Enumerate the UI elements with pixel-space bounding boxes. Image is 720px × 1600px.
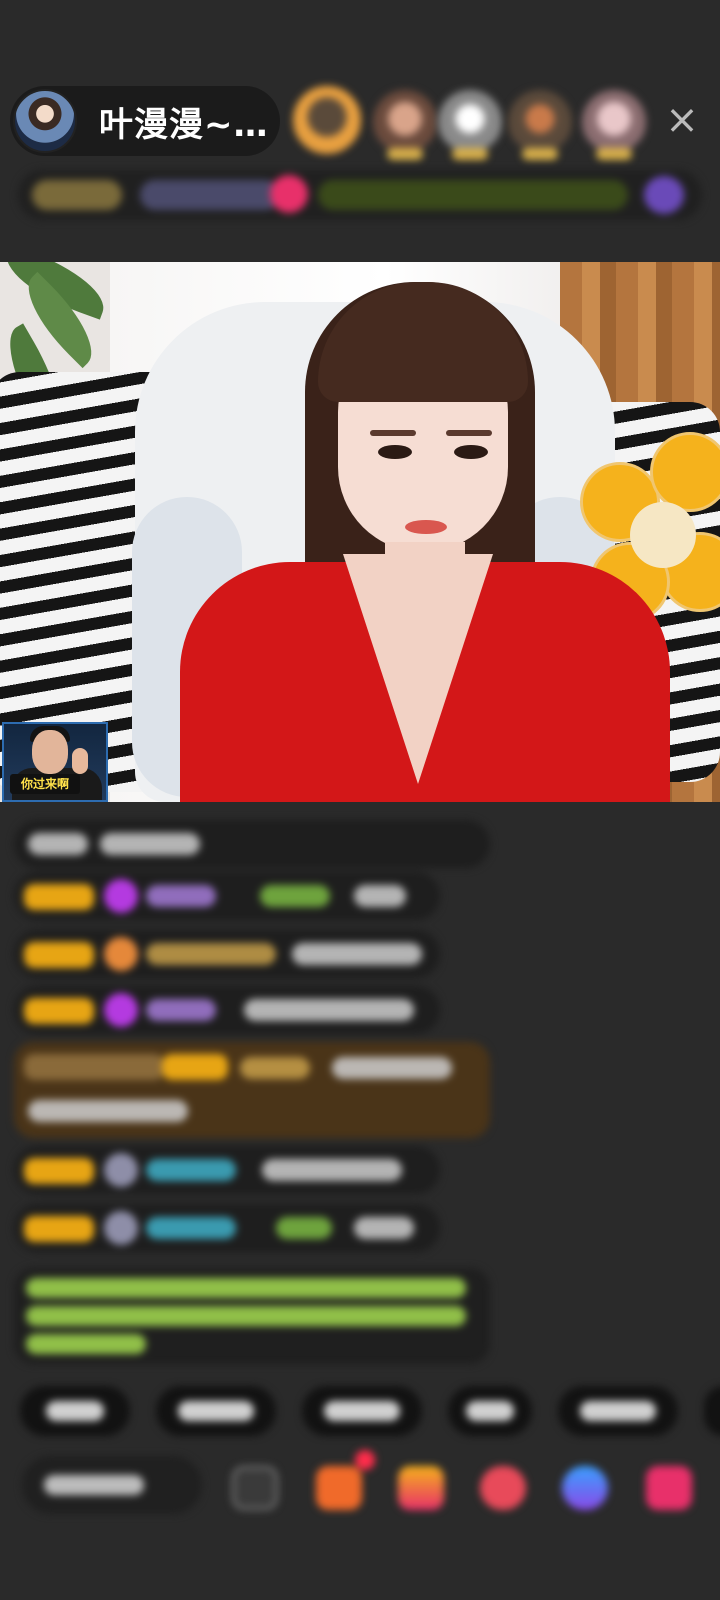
diamond-icon [104,993,138,1027]
hot-icon[interactable] [270,175,308,213]
viewer-rank-tag [596,148,632,160]
fan-level-badge[interactable] [24,998,94,1024]
chat-message[interactable] [14,930,440,978]
username[interactable] [146,943,276,965]
chat-message-highlight[interactable] [14,1042,490,1138]
quick-reply-chip[interactable] [20,1386,130,1436]
picture-in-picture-video[interactable]: 你过来啊 [2,722,108,802]
pip-face [32,730,68,774]
streamer-brow [446,430,492,436]
username[interactable] [146,1217,236,1239]
notification-dot [355,1450,375,1470]
game-icon[interactable] [562,1466,608,1510]
ranking-icon[interactable] [398,1466,444,1510]
viewer-rank-tag [522,148,558,160]
quick-reply-chip[interactable] [448,1386,532,1436]
chat-message[interactable] [14,872,440,920]
shop-icon[interactable] [316,1466,362,1510]
host-avatar[interactable] [13,89,77,153]
viewer-rank-tag [387,148,423,160]
gift-icon[interactable] [644,176,684,214]
chat-message[interactable] [14,986,440,1034]
diamond-icon [104,879,138,913]
viewer-rank-tag [452,148,488,160]
streamer-collar [343,554,493,784]
chat-message[interactable] [14,1146,440,1194]
streamer-lips [405,520,447,534]
popularity-badge[interactable] [140,180,280,210]
badge-icon [104,937,138,971]
fan-level-badge[interactable] [24,884,94,910]
emoji-icon[interactable] [232,1466,278,1510]
top-viewer-avatar-2[interactable] [373,90,437,160]
fan-level-badge[interactable] [24,1158,94,1184]
live-stream-video[interactable] [0,262,720,802]
top-viewer-avatar-5[interactable] [582,90,646,160]
rank-badge[interactable] [32,180,122,210]
username[interactable] [146,885,216,907]
streamer-eye [454,445,488,459]
chat-message[interactable] [14,820,490,868]
quick-reply-chip[interactable] [704,1386,720,1436]
quick-reply-chip[interactable] [302,1386,422,1436]
username[interactable] [146,1159,236,1181]
host-info-pill[interactable]: 叶漫漫~… [10,86,280,156]
close-icon[interactable]: × [662,100,702,140]
pip-hand [72,748,88,774]
badge-icon [104,1153,138,1187]
quick-reply-chip[interactable] [156,1386,276,1436]
chat-input[interactable] [22,1456,202,1514]
gift-icon[interactable] [646,1466,692,1510]
quick-reply-chip[interactable] [558,1386,678,1436]
top-viewer-avatar-3[interactable] [438,90,502,160]
status-badge-row[interactable] [18,170,702,220]
fan-level-badge[interactable] [24,942,94,968]
badge-icon [104,1211,138,1245]
username[interactable] [240,1057,310,1079]
top-viewer-avatar-1[interactable] [293,86,361,154]
streamer-eye [378,445,412,459]
fan-level-badge[interactable] [162,1054,228,1080]
pip-caption: 你过来啊 [10,774,80,794]
system-announcement [14,1268,490,1364]
fan-level-badge[interactable] [24,1216,94,1242]
lucky-bag-icon[interactable] [480,1466,526,1510]
streamer-brow [370,430,416,436]
host-name[interactable]: 叶漫漫~… [99,97,269,146]
username[interactable] [146,999,216,1021]
event-banner[interactable] [318,180,628,210]
chat-message[interactable] [14,1204,440,1252]
top-viewer-avatar-4[interactable] [508,90,572,160]
